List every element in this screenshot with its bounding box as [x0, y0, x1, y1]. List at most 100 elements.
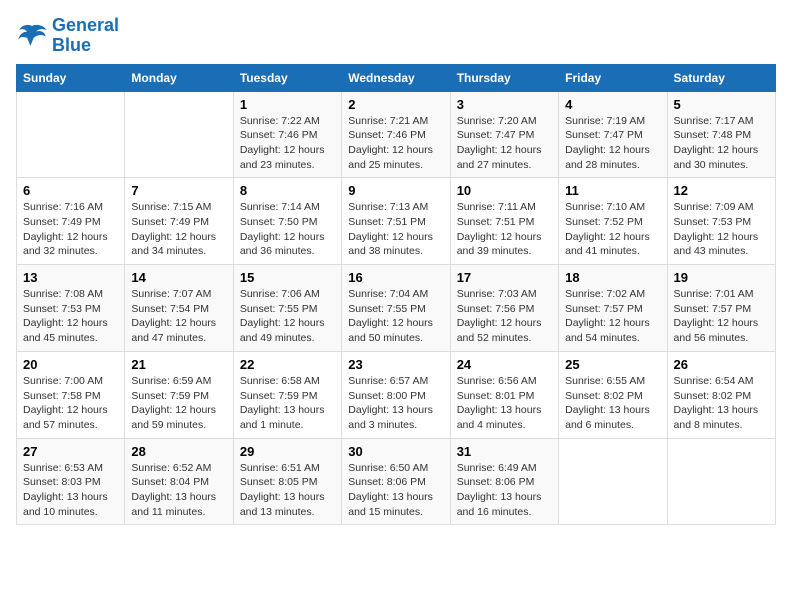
day-cell: 25 Sunrise: 6:55 AM Sunset: 8:02 PM Dayli…: [559, 351, 667, 438]
day-info: Sunrise: 7:15 AM Sunset: 7:49 PM Dayligh…: [131, 200, 226, 259]
day-number: 5: [674, 97, 769, 112]
day-info: Sunrise: 6:56 AM Sunset: 8:01 PM Dayligh…: [457, 374, 552, 433]
day-number: 31: [457, 444, 552, 459]
day-number: 24: [457, 357, 552, 372]
day-cell: 18Sunrise: 7:02 AM Sunset: 7:57 PM Dayli…: [559, 265, 667, 352]
logo-text: General Blue: [52, 16, 119, 56]
day-cell: 13 Sunrise: 7:08 AM Sunset: 7:53 PM Dayli…: [17, 265, 125, 352]
day-cell: 6 Sunrise: 7:16 AM Sunset: 7:49 PM Daylig…: [17, 178, 125, 265]
day-cell: 23Sunrise: 6:57 AM Sunset: 8:00 PM Dayli…: [342, 351, 450, 438]
page-header: General Blue: [16, 16, 776, 56]
day-number: 27: [23, 444, 118, 459]
day-number: 14: [131, 270, 226, 285]
week-row-3: 13 Sunrise: 7:08 AM Sunset: 7:53 PM Dayli…: [17, 265, 776, 352]
day-cell: 11 Sunrise: 7:10 AM Sunset: 7:52 PM Dayli…: [559, 178, 667, 265]
day-info: Sunrise: 6:53 AM Sunset: 8:03 PM Dayligh…: [23, 461, 118, 520]
day-info: Sunrise: 6:59 AM Sunset: 7:59 PM Dayligh…: [131, 374, 226, 433]
day-number: 7: [131, 183, 226, 198]
column-header-saturday: Saturday: [667, 64, 775, 91]
day-info: Sunrise: 7:07 AM Sunset: 7:54 PM Dayligh…: [131, 287, 226, 346]
day-number: 26: [674, 357, 769, 372]
day-number: 8: [240, 183, 335, 198]
day-info: Sunrise: 7:04 AM Sunset: 7:55 PM Dayligh…: [348, 287, 443, 346]
day-info: Sunrise: 6:57 AM Sunset: 8:00 PM Dayligh…: [348, 374, 443, 433]
day-info: Sunrise: 7:09 AM Sunset: 7:53 PM Dayligh…: [674, 200, 769, 259]
week-row-4: 20 Sunrise: 7:00 AM Sunset: 7:58 PM Dayli…: [17, 351, 776, 438]
column-header-thursday: Thursday: [450, 64, 558, 91]
day-cell: 8 Sunrise: 7:14 AM Sunset: 7:50 PM Daylig…: [233, 178, 341, 265]
day-number: 4: [565, 97, 660, 112]
day-number: 20: [23, 357, 118, 372]
day-info: Sunrise: 7:19 AM Sunset: 7:47 PM Dayligh…: [565, 114, 660, 173]
day-info: Sunrise: 6:58 AM Sunset: 7:59 PM Dayligh…: [240, 374, 335, 433]
day-number: 11: [565, 183, 660, 198]
day-number: 16: [348, 270, 443, 285]
day-cell: 12 Sunrise: 7:09 AM Sunset: 7:53 PM Dayli…: [667, 178, 775, 265]
day-cell: 16 Sunrise: 7:04 AM Sunset: 7:55 PM Dayli…: [342, 265, 450, 352]
day-cell: 7 Sunrise: 7:15 AM Sunset: 7:49 PM Daylig…: [125, 178, 233, 265]
day-info: Sunrise: 7:20 AM Sunset: 7:47 PM Dayligh…: [457, 114, 552, 173]
day-number: 6: [23, 183, 118, 198]
day-info: Sunrise: 7:02 AM Sunset: 7:57 PM Dayligh…: [565, 287, 660, 346]
day-number: 17: [457, 270, 552, 285]
day-number: 13: [23, 270, 118, 285]
day-info: Sunrise: 6:52 AM Sunset: 8:04 PM Dayligh…: [131, 461, 226, 520]
day-number: 12: [674, 183, 769, 198]
day-cell: 28Sunrise: 6:52 AM Sunset: 8:04 PM Dayli…: [125, 438, 233, 525]
day-info: Sunrise: 7:13 AM Sunset: 7:51 PM Dayligh…: [348, 200, 443, 259]
day-info: Sunrise: 7:14 AM Sunset: 7:50 PM Dayligh…: [240, 200, 335, 259]
day-cell: 27 Sunrise: 6:53 AM Sunset: 8:03 PM Dayli…: [17, 438, 125, 525]
day-number: 21: [131, 357, 226, 372]
day-info: Sunrise: 7:22 AM Sunset: 7:46 PM Dayligh…: [240, 114, 335, 173]
day-info: Sunrise: 7:08 AM Sunset: 7:53 PM Dayligh…: [23, 287, 118, 346]
day-cell: 31 Sunrise: 6:49 AM Sunset: 8:06 PM Dayli…: [450, 438, 558, 525]
day-info: Sunrise: 7:16 AM Sunset: 7:49 PM Dayligh…: [23, 200, 118, 259]
day-cell: 20 Sunrise: 7:00 AM Sunset: 7:58 PM Dayli…: [17, 351, 125, 438]
day-cell: 24 Sunrise: 6:56 AM Sunset: 8:01 PM Dayli…: [450, 351, 558, 438]
column-header-sunday: Sunday: [17, 64, 125, 91]
day-cell: 15 Sunrise: 7:06 AM Sunset: 7:55 PM Dayli…: [233, 265, 341, 352]
calendar-body: 1Sunrise: 7:22 AM Sunset: 7:46 PM Daylig…: [17, 91, 776, 525]
day-cell: 5 Sunrise: 7:17 AM Sunset: 7:48 PM Daylig…: [667, 91, 775, 178]
day-cell: 4 Sunrise: 7:19 AM Sunset: 7:47 PM Daylig…: [559, 91, 667, 178]
day-info: Sunrise: 7:11 AM Sunset: 7:51 PM Dayligh…: [457, 200, 552, 259]
week-row-2: 6 Sunrise: 7:16 AM Sunset: 7:49 PM Daylig…: [17, 178, 776, 265]
logo-bird-icon: [16, 22, 48, 50]
day-cell: [667, 438, 775, 525]
day-cell: 9Sunrise: 7:13 AM Sunset: 7:51 PM Daylig…: [342, 178, 450, 265]
day-cell: [559, 438, 667, 525]
day-number: 25: [565, 357, 660, 372]
week-row-1: 1Sunrise: 7:22 AM Sunset: 7:46 PM Daylig…: [17, 91, 776, 178]
logo: General Blue: [16, 16, 119, 56]
day-cell: 1Sunrise: 7:22 AM Sunset: 7:46 PM Daylig…: [233, 91, 341, 178]
day-info: Sunrise: 6:55 AM Sunset: 8:02 PM Dayligh…: [565, 374, 660, 433]
day-info: Sunrise: 7:00 AM Sunset: 7:58 PM Dayligh…: [23, 374, 118, 433]
day-number: 15: [240, 270, 335, 285]
day-number: 30: [348, 444, 443, 459]
day-info: Sunrise: 7:17 AM Sunset: 7:48 PM Dayligh…: [674, 114, 769, 173]
day-number: 19: [674, 270, 769, 285]
day-info: Sunrise: 7:01 AM Sunset: 7:57 PM Dayligh…: [674, 287, 769, 346]
day-info: Sunrise: 7:10 AM Sunset: 7:52 PM Dayligh…: [565, 200, 660, 259]
day-info: Sunrise: 7:06 AM Sunset: 7:55 PM Dayligh…: [240, 287, 335, 346]
day-cell: 21 Sunrise: 6:59 AM Sunset: 7:59 PM Dayli…: [125, 351, 233, 438]
column-header-wednesday: Wednesday: [342, 64, 450, 91]
day-info: Sunrise: 7:03 AM Sunset: 7:56 PM Dayligh…: [457, 287, 552, 346]
day-cell: [17, 91, 125, 178]
day-number: 2: [348, 97, 443, 112]
day-cell: 10Sunrise: 7:11 AM Sunset: 7:51 PM Dayli…: [450, 178, 558, 265]
day-info: Sunrise: 6:50 AM Sunset: 8:06 PM Dayligh…: [348, 461, 443, 520]
day-info: Sunrise: 6:51 AM Sunset: 8:05 PM Dayligh…: [240, 461, 335, 520]
day-cell: 22Sunrise: 6:58 AM Sunset: 7:59 PM Dayli…: [233, 351, 341, 438]
day-number: 29: [240, 444, 335, 459]
day-cell: 30 Sunrise: 6:50 AM Sunset: 8:06 PM Dayli…: [342, 438, 450, 525]
week-row-5: 27 Sunrise: 6:53 AM Sunset: 8:03 PM Dayli…: [17, 438, 776, 525]
day-info: Sunrise: 6:49 AM Sunset: 8:06 PM Dayligh…: [457, 461, 552, 520]
day-cell: 29 Sunrise: 6:51 AM Sunset: 8:05 PM Dayli…: [233, 438, 341, 525]
column-header-monday: Monday: [125, 64, 233, 91]
header-row: SundayMondayTuesdayWednesdayThursdayFrid…: [17, 64, 776, 91]
day-cell: 17 Sunrise: 7:03 AM Sunset: 7:56 PM Dayli…: [450, 265, 558, 352]
column-header-tuesday: Tuesday: [233, 64, 341, 91]
day-info: Sunrise: 7:21 AM Sunset: 7:46 PM Dayligh…: [348, 114, 443, 173]
column-header-friday: Friday: [559, 64, 667, 91]
